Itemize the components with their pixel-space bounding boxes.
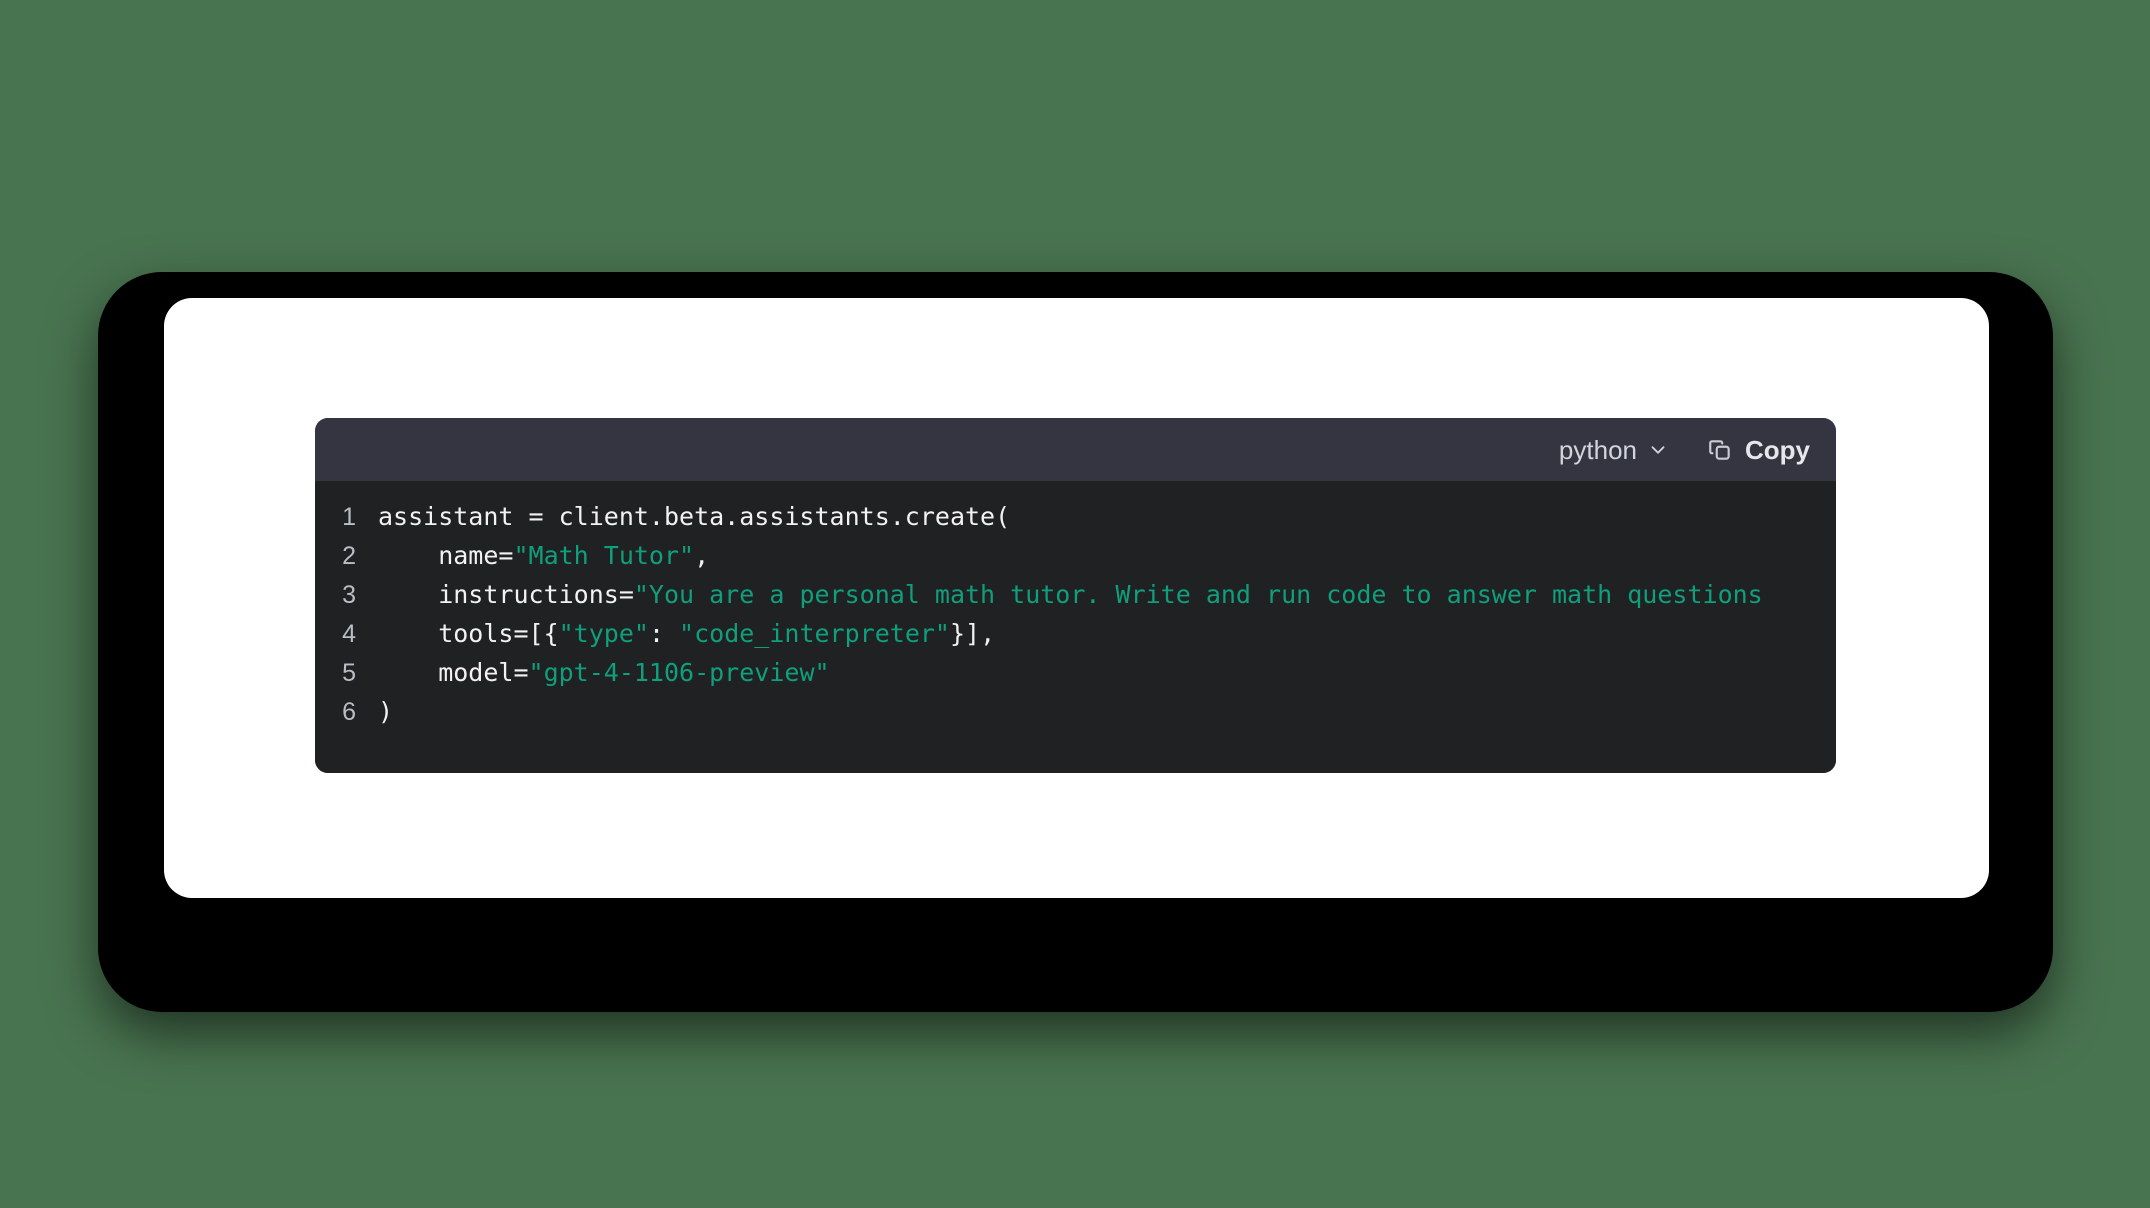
copy-icon [1707,437,1733,463]
line-number: 5 [342,659,356,687]
code-token-string: "You are a personal math tutor. Write an… [633,580,1763,609]
code-token-string: "code_interpreter" [679,619,950,648]
code-block-header: python Copy [315,418,1836,481]
chevron-down-icon [1647,439,1669,461]
code-token-plain: : [648,619,680,648]
code-token-plain: instructions= [378,580,634,609]
code-line-text: tools=[{"type": "code_interpreter"}], [378,614,1836,653]
code-body[interactable]: 1 assistant = client.beta.assistants.crea… [315,481,1836,773]
language-selector[interactable]: python [1559,437,1669,463]
code-line: 2 name="Math Tutor", [315,536,1836,575]
code-token-plain: tools=[{ [378,619,559,648]
code-line-text: instructions="You are a personal math tu… [378,575,1836,614]
line-number: 4 [342,620,356,648]
code-token-string: "type" [558,619,649,648]
code-line: 3 instructions="You are a personal math … [315,575,1836,614]
code-token-plain: ) [378,697,394,726]
line-number: 2 [342,542,356,570]
code-line: 1 assistant = client.beta.assistants.crea… [315,497,1836,536]
code-token-plain: }], [949,619,996,648]
copy-button[interactable]: Copy [1707,437,1810,463]
language-label: python [1558,434,1637,465]
code-line-text: assistant = client.beta.assistants.creat… [378,497,1836,536]
code-line-text: model="gpt-4-1106-preview" [378,653,1836,692]
code-line-text: name="Math Tutor", [378,536,1836,575]
code-token-plain: , [694,541,710,570]
code-line: 4 tools=[{"type": "code_interpreter"}], [315,614,1836,653]
code-token-string: "gpt-4-1106-preview" [528,658,830,687]
code-token-plain: model= [378,658,529,687]
code-block: python Copy 1 assistant = client.beta.ass… [315,418,1836,773]
code-token-plain: assistant = client.beta.assistants.creat… [378,502,1011,531]
code-token-string: "Math Tutor" [513,541,695,570]
code-token-plain: name= [378,541,514,570]
line-number: 3 [342,581,356,609]
code-line-text: ) [378,692,1836,731]
copy-button-label: Copy [1745,434,1810,465]
line-number: 6 [342,698,356,726]
code-line: 6) [315,692,1836,731]
code-line: 5 model="gpt-4-1106-preview" [315,653,1836,692]
line-number: 1 [342,503,356,531]
